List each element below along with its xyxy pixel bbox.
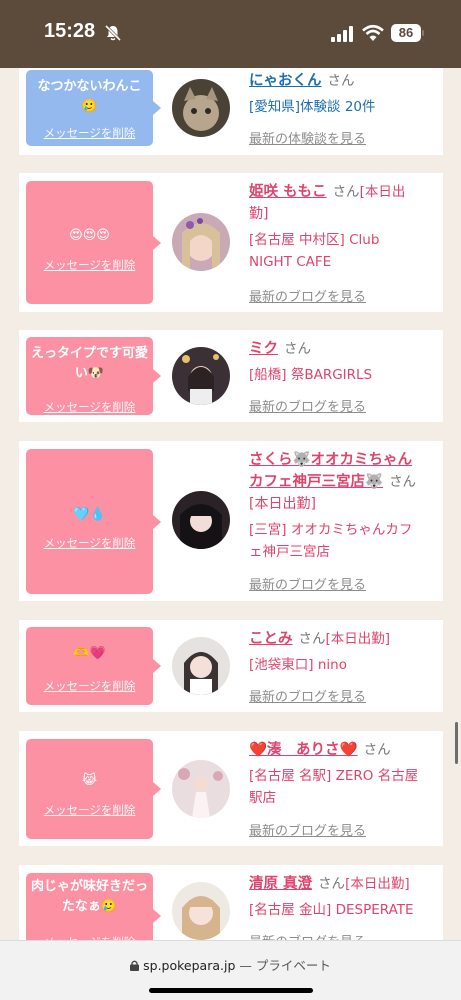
shop-info: [愛知県]体験談 20件 xyxy=(249,99,376,115)
honorific: さん xyxy=(284,341,311,357)
schedule-status: [本日出勤] xyxy=(345,876,410,892)
message-text: 😍😍😍 xyxy=(69,228,110,243)
wifi-icon xyxy=(362,24,384,41)
battery-indicator: 86 xyxy=(391,24,421,42)
profile-info: さくら🐺オオカミちゃん カフェ神戸三宮店🐺 さん [本日出勤] [三宮] オオカミ… xyxy=(249,449,439,563)
latest-blog-link[interactable]: 最新のブログを見る xyxy=(249,686,366,705)
shop-info-cont: 駅店 xyxy=(249,790,276,806)
honorific: さん xyxy=(298,631,326,647)
shop-info: [名古屋 名駅] ZERO 名古屋 xyxy=(249,768,419,784)
address-display[interactable]: sp.pokepara.jp — プライベート xyxy=(0,955,461,974)
profile-name-link[interactable]: にゃおくん xyxy=(249,73,322,89)
avatar[interactable] xyxy=(172,882,230,940)
cellular-signal-icon xyxy=(331,26,353,42)
battery-nub xyxy=(422,30,424,36)
shop-info: [名古屋 金山] DESPERATE xyxy=(249,902,414,918)
message-text: 😹 xyxy=(81,773,98,788)
avatar[interactable] xyxy=(172,79,230,137)
avatar[interactable] xyxy=(172,760,230,818)
profile-name-link[interactable]: ❤️湊 ありさ❤️ xyxy=(249,742,358,758)
profile-info: 清原 真澄 さん[本日出勤] [名古屋 金山] DESPERATE xyxy=(249,873,439,921)
shop-info-cont: NIGHT CAFE xyxy=(249,254,332,270)
message-card: 😍😍😍 メッセージを削除 姫咲 ももこ さん[本日出 勤] [名古屋 中村区] C… xyxy=(19,173,443,312)
delete-message-link[interactable]: メッセージを削除 xyxy=(26,802,153,818)
message-bubble: 🫶💗 メッセージを削除 xyxy=(26,627,161,705)
message-card: 😹 メッセージを削除 ❤️湊 ありさ❤️ さん [名古屋 名駅] ZERO 名古屋… xyxy=(19,731,443,846)
message-card: 🫶💗 メッセージを削除 ことみ さん[本日出勤] [池袋東口] nino 最新のブ… xyxy=(19,620,443,712)
avatar[interactable] xyxy=(172,491,230,549)
avatar[interactable] xyxy=(172,637,230,695)
shop-info: [三宮] オオカミちゃんカフ xyxy=(249,522,413,538)
browser-url-bar[interactable]: sp.pokepara.jp — プライベート xyxy=(0,940,461,1000)
shop-info: [船橋] 祭BARGIRLS xyxy=(249,367,373,383)
latest-blog-link[interactable]: 最新のブログを見る xyxy=(249,574,366,593)
profile-info: ことみ さん[本日出勤] [池袋東口] nino xyxy=(249,628,439,676)
latest-blog-link[interactable]: 最新のブログを見る xyxy=(249,396,366,415)
message-text: なつかないわんこ🥲 xyxy=(37,79,142,114)
clock: 15:28 xyxy=(44,20,96,42)
message-text: 肉じゃが味好きだったなぁ🥲 xyxy=(30,879,148,914)
profile-name-link[interactable]: 清原 真澄 xyxy=(249,876,312,892)
profile-name-link[interactable]: さくら🐺オオカミちゃん xyxy=(249,452,412,468)
delete-message-link[interactable]: メッセージを削除 xyxy=(26,257,153,273)
avatar[interactable] xyxy=(172,347,230,405)
message-text: 🫶💗 xyxy=(73,646,106,661)
shop-info-cont: ェ神戸三宮店 xyxy=(249,544,330,560)
silent-bell-icon xyxy=(104,24,122,42)
honorific: さん xyxy=(389,474,417,490)
message-card: えっタイプです可愛い🐶 メッセージを削除 ミク さん [船橋] 祭BARGIRLS… xyxy=(19,330,443,422)
latest-review-link[interactable]: 最新の体験談を見る xyxy=(249,128,366,147)
honorific: さん xyxy=(327,73,355,89)
delete-message-link[interactable]: メッセージを削除 xyxy=(26,125,153,141)
home-indicator[interactable] xyxy=(149,988,313,993)
delete-message-link[interactable]: メッセージを削除 xyxy=(26,399,153,415)
schedule-status: [本日出 xyxy=(359,184,406,200)
schedule-status: [本日出勤] xyxy=(325,631,391,647)
honorific: さん xyxy=(363,742,391,758)
message-bubble: 🩵💧 メッセージを削除 xyxy=(26,449,161,594)
message-card: なつかないわんこ🥲 メッセージを削除 にゃおくん さん [愛知県]体験談 20件 … xyxy=(19,68,443,155)
profile-info: ❤️湊 ありさ❤️ さん [名古屋 名駅] ZERO 名古屋 駅店 xyxy=(249,739,439,809)
profile-info: 姫咲 ももこ さん[本日出 勤] [名古屋 中村区] Club NIGHT CAF… xyxy=(249,181,439,273)
profile-name-link[interactable]: ミク xyxy=(249,341,278,357)
message-text: 🩵💧 xyxy=(73,507,106,522)
profile-info: ミク さん [船橋] 祭BARGIRLS xyxy=(249,338,439,386)
message-card: 🩵💧 メッセージを削除 さくら🐺オオカミちゃん カフェ神戸三宮店🐺 さん [本日出… xyxy=(19,441,443,601)
domain-text: sp.pokepara.jp xyxy=(143,958,236,973)
profile-name-link-cont[interactable]: カフェ神戸三宮店🐺 xyxy=(249,474,383,490)
message-bubble: 😍😍😍 メッセージを削除 xyxy=(26,181,161,304)
profile-info: にゃおくん さん [愛知県]体験談 20件 xyxy=(249,70,439,118)
schedule-status-cont: 勤] xyxy=(249,206,269,222)
honorific: さん xyxy=(318,876,346,892)
profile-name-link[interactable]: ことみ xyxy=(249,631,293,647)
scroll-indicator[interactable] xyxy=(455,722,458,764)
avatar[interactable] xyxy=(172,213,230,271)
honorific: さん xyxy=(332,184,360,200)
message-bubble: えっタイプです可愛い🐶 メッセージを削除 xyxy=(26,337,161,415)
delete-message-link[interactable]: メッセージを削除 xyxy=(26,678,153,694)
latest-blog-link[interactable]: 最新のブログを見る xyxy=(249,286,366,305)
shop-info: [池袋東口] nino xyxy=(249,657,347,673)
message-bubble: 😹 メッセージを削除 xyxy=(26,739,161,839)
message-text: えっタイプです可愛い🐶 xyxy=(30,346,148,381)
message-card: 肉じゃが味好きだったなぁ🥲 メッセージを削除 清原 真澄さん[本日出勤] [名古… xyxy=(19,865,443,958)
private-mode-label: — プライベート xyxy=(239,958,331,973)
shop-info: [名古屋 中村区] Club xyxy=(249,232,380,248)
lock-icon xyxy=(130,960,140,971)
profile-name-link[interactable]: 姫咲 ももこ xyxy=(249,184,327,200)
schedule-status: [本日出勤] xyxy=(249,496,316,512)
status-bar: 15:28 86 xyxy=(0,0,461,68)
latest-blog-link[interactable]: 最新のブログを見る xyxy=(249,820,366,839)
message-bubble: なつかないわんこ🥲 メッセージを削除 xyxy=(26,70,161,146)
delete-message-link[interactable]: メッセージを削除 xyxy=(26,535,153,551)
